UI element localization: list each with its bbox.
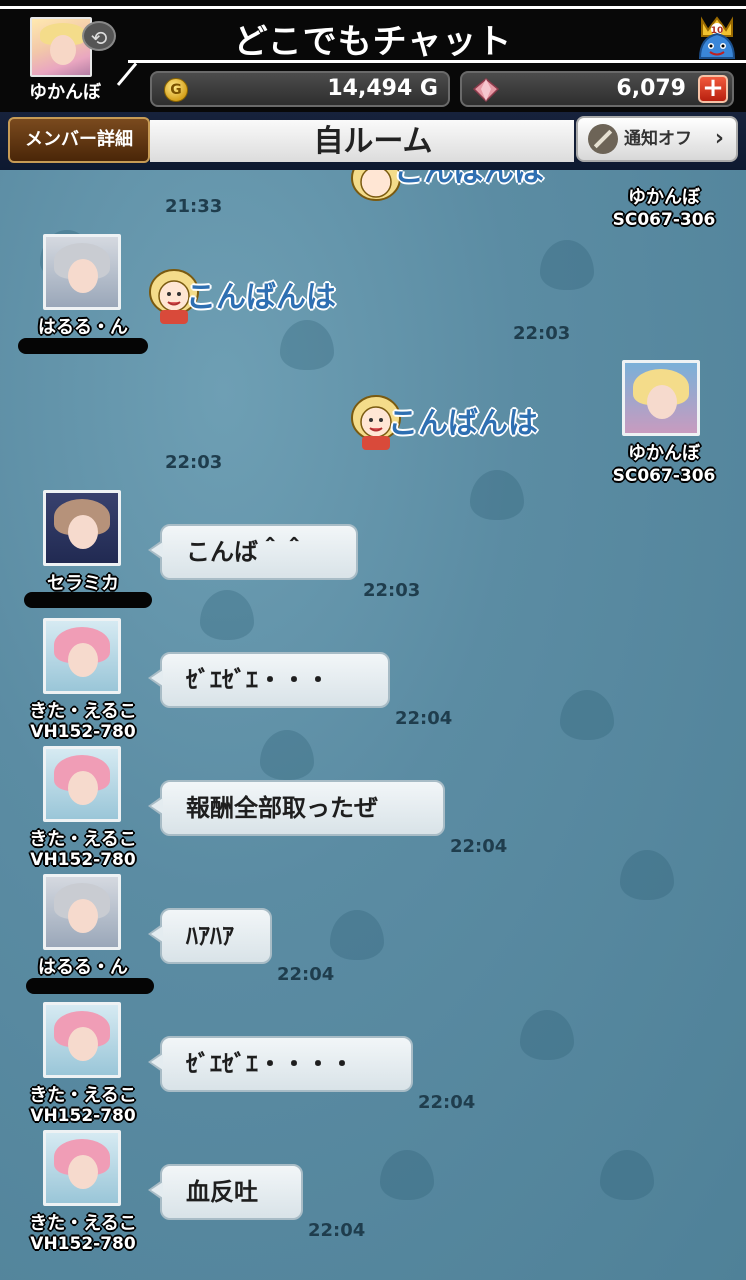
sender-id: SC067-306	[612, 466, 716, 486]
avatar-face	[68, 515, 98, 549]
sender-id: VH152-780	[30, 1234, 136, 1254]
slime-pattern-icon	[540, 240, 594, 290]
avatar-face	[68, 643, 98, 677]
gold-coin-icon: G	[164, 78, 188, 102]
sender-name: セラミカ	[47, 573, 119, 594]
stamp-text: こんばんは	[388, 406, 538, 441]
chat-stamp-partial: こんばんは	[348, 170, 568, 212]
message-time: 22:04	[450, 836, 508, 857]
chevron-right-icon: ›	[714, 126, 724, 151]
switch-character-icon[interactable]: ⟲	[82, 21, 116, 51]
message-time: 22:03	[513, 323, 571, 344]
message-bubble: ｾﾞｴｾﾞｴ・・・	[148, 652, 390, 708]
redaction-mark	[26, 978, 154, 994]
sender-avatar[interactable]	[43, 874, 121, 950]
slime-pattern-icon	[200, 590, 254, 640]
app-title: どこでもチャット	[233, 22, 513, 62]
sender-name: きた・えるこ	[29, 701, 137, 722]
sender-avatar[interactable]	[43, 746, 121, 822]
message-bubble: ｾﾞｴｾﾞｴ・・・・	[148, 1036, 413, 1092]
gem-counter: 6,079 +	[460, 71, 734, 107]
message-time: 22:03	[363, 580, 421, 601]
sender-name: きた・えるこ	[29, 1213, 137, 1234]
stamp-text: こんばんは	[394, 170, 544, 189]
sender-id: VH152-780	[30, 722, 136, 742]
message-time: 22:04	[308, 1220, 366, 1241]
slime-pattern-icon	[470, 470, 524, 520]
notification-label: 通知オフ	[624, 129, 692, 149]
slime-pattern-icon	[260, 730, 314, 780]
sender-name: はるる・ん	[38, 317, 128, 338]
avatar-face	[68, 1027, 98, 1061]
sender-name: ゆかんぼ	[628, 187, 700, 208]
slime-pattern-icon	[560, 690, 614, 740]
sender-id: SC067-306	[612, 210, 716, 230]
notification-toggle-button[interactable]: 通知オフ ›	[576, 116, 738, 162]
sender-name: きた・えるこ	[29, 1085, 137, 1106]
avatar-face	[647, 385, 677, 419]
sender-id: VH152-780	[30, 850, 136, 870]
slime-pattern-icon	[280, 320, 334, 370]
message-time: 22:04	[277, 964, 335, 985]
chat-log[interactable]: こんばんは ゆかんぼ SC067-306 21:33 はるる・ん こんばんは 2…	[0, 170, 746, 1280]
gem-icon	[472, 78, 500, 103]
sender-avatar[interactable]	[43, 234, 121, 310]
gold-counter: G 14,494 G	[150, 71, 450, 107]
sender-name: ゆかんぼ	[628, 443, 700, 464]
avatar-face	[50, 35, 76, 65]
avatar-face	[68, 259, 98, 293]
slime-pattern-icon	[330, 910, 384, 960]
buy-gems-button[interactable]: +	[698, 75, 728, 103]
slime-pattern-icon	[520, 1010, 574, 1060]
message-bubble: ﾊｱﾊｱ	[148, 908, 272, 964]
message-time: 22:04	[418, 1092, 476, 1113]
sender-name: はるる・ん	[38, 957, 128, 978]
room-title: 自ルーム	[313, 124, 433, 159]
slime-pattern-icon	[380, 1150, 434, 1200]
redaction-mark	[18, 338, 148, 354]
avatar-face	[68, 1155, 98, 1189]
message-time: 21:33	[165, 196, 223, 217]
message-time: 22:03	[165, 452, 223, 473]
sender-avatar[interactable]	[622, 360, 700, 436]
chat-stamp: こんばんは	[146, 266, 366, 326]
my-avatar[interactable]	[30, 17, 92, 77]
message-bubble: こんば＾＾	[148, 524, 358, 580]
mute-icon	[588, 124, 618, 154]
sender-avatar[interactable]	[43, 618, 121, 694]
crown-slime-icon[interactable]: 10	[694, 14, 740, 62]
stamp-text: こんばんは	[186, 280, 336, 315]
sender-name: きた・えるこ	[29, 829, 137, 850]
message-time: 22:04	[395, 708, 453, 729]
sender-id: VH152-780	[30, 1106, 136, 1126]
slime-pattern-icon	[620, 850, 674, 900]
sender-avatar[interactable]	[43, 490, 121, 566]
avatar-face	[68, 771, 98, 805]
message-bubble: 報酬全部取ったぜ	[148, 780, 445, 836]
gold-value: 14,494 G	[327, 76, 438, 101]
header-divider-slant	[116, 62, 138, 86]
header-top-line	[0, 6, 746, 9]
redaction-mark	[24, 592, 152, 608]
my-name: ゆかんぼ	[29, 82, 101, 103]
slime-pattern-icon	[600, 1150, 654, 1200]
header-bar: ⟲ ゆかんぼ どこでもチャット 10 G 14,494 G 6,079 +	[0, 0, 746, 112]
member-details-button[interactable]: メンバー詳細	[8, 117, 150, 163]
message-bubble: 血反吐	[148, 1164, 303, 1220]
sender-avatar[interactable]	[43, 1130, 121, 1206]
gem-value: 6,079	[616, 76, 686, 101]
chat-stamp: こんばんは	[348, 392, 568, 452]
sender-avatar[interactable]	[43, 1002, 121, 1078]
avatar-face	[68, 899, 98, 933]
